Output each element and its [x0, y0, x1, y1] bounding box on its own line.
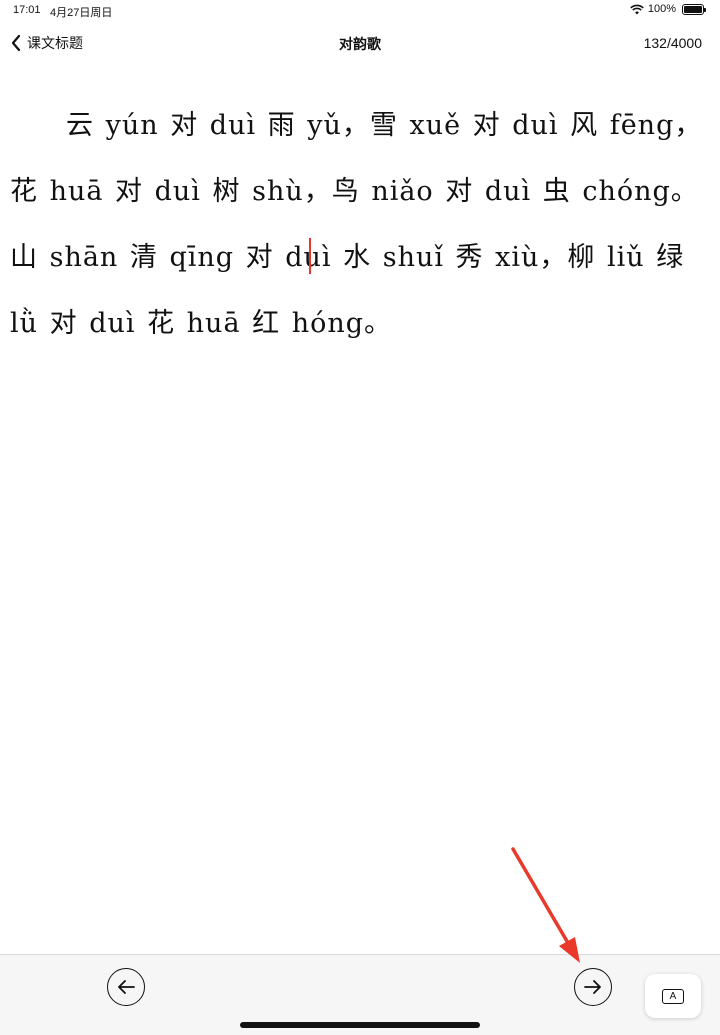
keyboard-toggle-button[interactable]: A: [645, 974, 701, 1018]
text-caret: [309, 238, 311, 274]
previous-button[interactable]: [107, 968, 145, 1006]
status-time: 17:01: [13, 4, 41, 16]
home-indicator: [240, 1022, 480, 1028]
status-right: 100%: [630, 3, 706, 15]
status-date: 4月27日周日: [50, 7, 113, 19]
battery-percent: 100%: [647, 3, 676, 15]
nav-bar: 课文标题 对韵歌 132/4000: [0, 26, 720, 62]
wifi-icon: [630, 4, 644, 14]
next-button[interactable]: [574, 968, 612, 1006]
lesson-text-editor[interactable]: 云 yún 对 duì 雨 yǔ，雪 xuě 对 duì 风 fēng，花 hu…: [10, 93, 712, 357]
keyboard-a-icon: A: [662, 988, 684, 1004]
character-count: 132/4000: [643, 35, 702, 51]
battery-icon: [682, 3, 706, 15]
page-title: 对韵歌: [339, 37, 381, 53]
arrow-right-icon: [584, 980, 601, 994]
status-bar: 17:01 4月27日周日 100%: [0, 0, 720, 22]
arrow-left-icon: [118, 980, 135, 994]
